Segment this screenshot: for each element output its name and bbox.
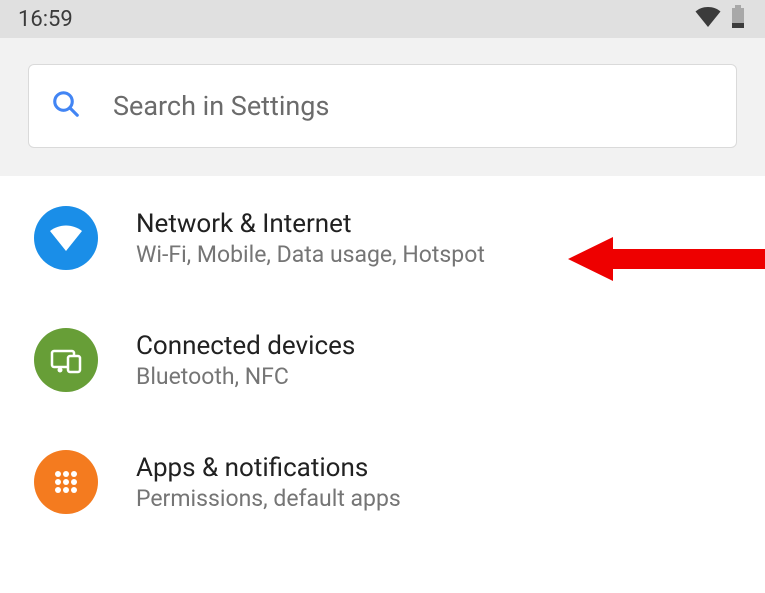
status-icons	[695, 5, 745, 33]
settings-item-devices[interactable]: Connected devices Bluetooth, NFC	[0, 298, 765, 420]
wifi-icon	[34, 206, 98, 270]
apps-icon	[34, 450, 98, 514]
search-placeholder: Search in Settings	[113, 90, 329, 122]
settings-item-title: Apps & notifications	[136, 453, 735, 483]
settings-item-network[interactable]: Network & Internet Wi-Fi, Mobile, Data u…	[0, 176, 765, 298]
settings-item-apps[interactable]: Apps & notifications Permissions, defaul…	[0, 420, 765, 542]
wifi-signal-icon	[695, 7, 721, 31]
status-bar: 16:59	[0, 0, 765, 38]
search-icon	[51, 89, 81, 123]
settings-item-title: Network & Internet	[136, 209, 735, 239]
settings-list: Network & Internet Wi-Fi, Mobile, Data u…	[0, 176, 765, 542]
devices-icon	[34, 328, 98, 392]
settings-item-subtitle: Bluetooth, NFC	[136, 363, 735, 390]
search-section: Search in Settings	[0, 38, 765, 176]
settings-item-text: Network & Internet Wi-Fi, Mobile, Data u…	[136, 209, 735, 268]
settings-item-text: Apps & notifications Permissions, defaul…	[136, 453, 735, 512]
status-time: 16:59	[18, 7, 73, 32]
settings-item-subtitle: Permissions, default apps	[136, 485, 735, 512]
settings-item-subtitle: Wi-Fi, Mobile, Data usage, Hotspot	[136, 241, 735, 268]
battery-icon	[731, 5, 745, 33]
settings-item-title: Connected devices	[136, 331, 735, 361]
search-box[interactable]: Search in Settings	[28, 64, 737, 148]
settings-item-text: Connected devices Bluetooth, NFC	[136, 331, 735, 390]
